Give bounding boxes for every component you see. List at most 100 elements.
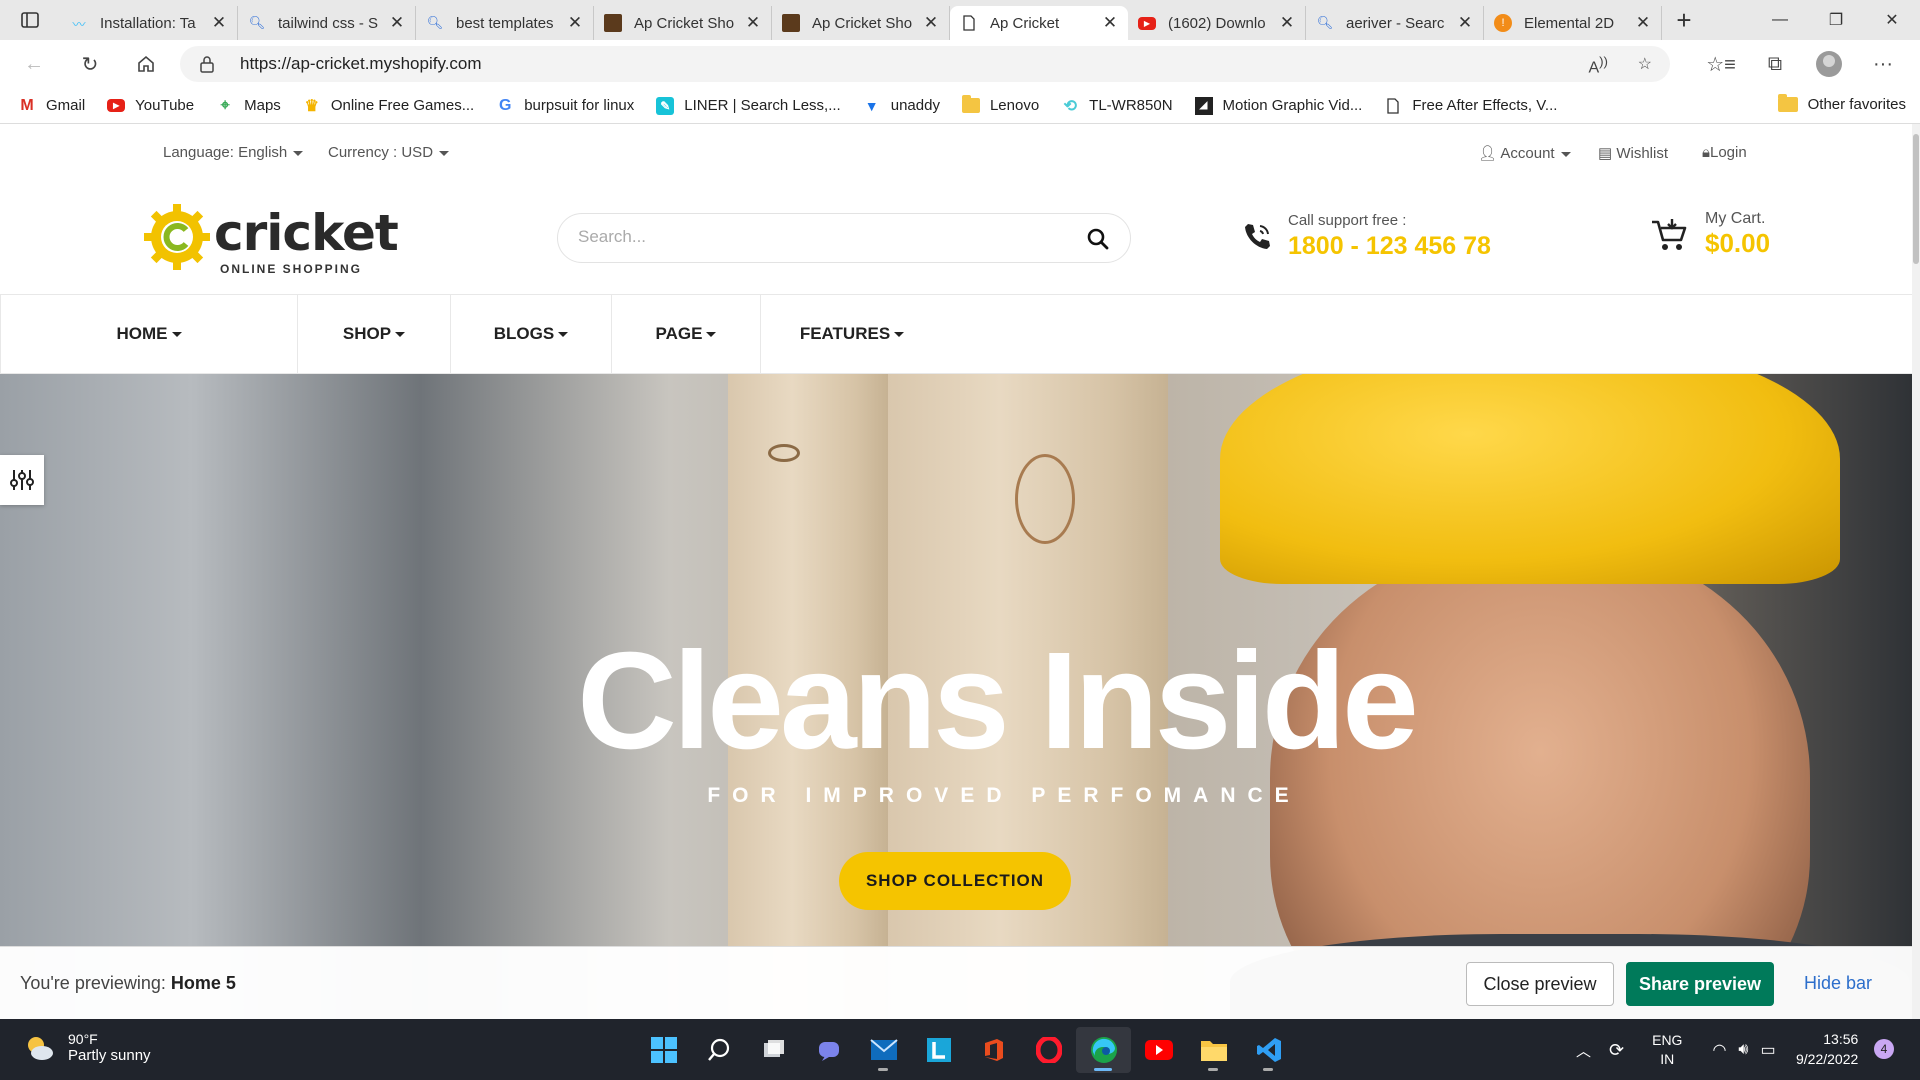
- favorite-maps[interactable]: ⌖ Maps: [216, 97, 281, 115]
- home-button[interactable]: [124, 44, 168, 84]
- liner-app-button[interactable]: [911, 1027, 966, 1073]
- chevron-down-icon: [706, 331, 717, 337]
- profile-button[interactable]: [1802, 44, 1856, 84]
- close-tab-icon[interactable]: ✕: [745, 13, 761, 33]
- refresh-button[interactable]: ↻: [68, 44, 112, 84]
- tab-actions-button[interactable]: [0, 0, 60, 40]
- favorite-aftereffects[interactable]: Free After Effects, V...: [1384, 97, 1557, 115]
- login-link[interactable]: 🔒︎Login: [1702, 144, 1747, 161]
- currency-selector[interactable]: Currency : USD: [328, 144, 450, 161]
- opera-button[interactable]: [1021, 1027, 1076, 1073]
- close-tab-icon[interactable]: ✕: [211, 13, 227, 33]
- search-bar: [557, 213, 1131, 263]
- volume-icon[interactable]: 🔊︎: [1738, 1041, 1748, 1059]
- back-button[interactable]: ←: [12, 44, 56, 84]
- search-icon[interactable]: [1086, 227, 1110, 251]
- youtube-app-button[interactable]: [1131, 1027, 1186, 1073]
- favorite-label: Maps: [244, 97, 281, 114]
- chevron-up-icon[interactable]: ︿: [1576, 1040, 1591, 1061]
- nav-item-features[interactable]: FEATURES: [761, 295, 943, 373]
- clock[interactable]: 13:56 9/22/2022: [1796, 1029, 1858, 1069]
- nav-item-home[interactable]: HOME: [0, 295, 298, 373]
- sync-icon[interactable]: ⟳: [1609, 1040, 1624, 1061]
- site-logo[interactable]: cricket ONLINE SHOPPING: [142, 202, 399, 276]
- language-indicator[interactable]: ENG IN: [1652, 1031, 1682, 1069]
- task-view-button[interactable]: [746, 1027, 801, 1073]
- weather-widget[interactable]: 90°F Partly sunny: [24, 1031, 151, 1064]
- favorites-button[interactable]: ☆≡: [1694, 44, 1748, 84]
- folder-icon: [1777, 94, 1798, 112]
- browser-tab[interactable]: ▶ (1602) Downlo ✕: [1128, 6, 1306, 40]
- add-favorite-icon[interactable]: ☆: [1638, 54, 1652, 74]
- notification-badge[interactable]: 4: [1874, 1039, 1894, 1059]
- browser-tab-active[interactable]: Ap Cricket ✕: [950, 6, 1128, 40]
- wifi-icon[interactable]: ◠: [1712, 1040, 1726, 1060]
- collections-button[interactable]: ⧉: [1748, 44, 1802, 84]
- favorite-gmail[interactable]: M Gmail: [18, 97, 85, 115]
- hero-image-helmet: [1220, 374, 1840, 584]
- edge-icon: [1090, 1037, 1117, 1063]
- browser-tab[interactable]: 🔍︎ aeriver - Searc ✕: [1306, 6, 1484, 40]
- browser-tab[interactable]: 🔍︎ tailwind css - S ✕: [238, 6, 416, 40]
- favorite-motion[interactable]: ◢ Motion Graphic Vid...: [1194, 96, 1362, 115]
- close-preview-button[interactable]: Close preview: [1466, 962, 1614, 1006]
- browser-tab[interactable]: 〰 Installation: Ta ✕: [60, 6, 238, 40]
- scrollbar-thumb[interactable]: [1913, 134, 1919, 264]
- wishlist-link[interactable]: ▤ Wishlist: [1598, 144, 1668, 162]
- close-tab-icon[interactable]: ✕: [1457, 13, 1473, 33]
- edge-button[interactable]: [1076, 1027, 1131, 1073]
- start-button[interactable]: [636, 1027, 691, 1073]
- support-number[interactable]: 1800 - 123 456 78: [1288, 232, 1491, 261]
- main-navigation: HOME SHOP BLOGS PAGE FEATURES: [0, 294, 1912, 374]
- url-bar[interactable]: https://ap-cricket.myshopify.com A)) ☆: [180, 46, 1670, 82]
- minimize-button[interactable]: —: [1752, 0, 1808, 40]
- vscode-button[interactable]: [1241, 1027, 1296, 1073]
- browser-tab[interactable]: ! Elemental 2D ✕: [1484, 6, 1662, 40]
- read-aloud-icon[interactable]: A)): [1588, 54, 1608, 77]
- nav-item-blogs[interactable]: BLOGS: [451, 295, 612, 373]
- nav-item-page[interactable]: PAGE: [612, 295, 761, 373]
- close-tab-icon[interactable]: ✕: [1279, 13, 1295, 33]
- favorite-burpsuit[interactable]: Gburpsuit for linux: [496, 97, 634, 115]
- nav-label: PAGE: [655, 324, 703, 343]
- battery-icon[interactable]: ▭: [1761, 1040, 1776, 1060]
- close-window-button[interactable]: ✕: [1864, 0, 1920, 40]
- favorite-tplink[interactable]: ⟲ TL-WR850N: [1061, 97, 1172, 115]
- search-input[interactable]: [578, 227, 1058, 247]
- theme-settings-button[interactable]: [0, 455, 44, 505]
- favorites-icon: ☆≡: [1706, 53, 1736, 76]
- account-menu[interactable]: 👤︎ Account: [1478, 144, 1571, 162]
- restore-button[interactable]: ❐: [1808, 0, 1864, 40]
- favorite-unaddy[interactable]: ▼ unaddy: [863, 97, 940, 115]
- taskbar-search-button[interactable]: [691, 1027, 746, 1073]
- favorite-lenovo[interactable]: Lenovo: [961, 95, 1039, 115]
- browser-tab[interactable]: 🔍︎ best templates ✕: [416, 6, 594, 40]
- other-favorites[interactable]: Other favorites: [1777, 94, 1906, 113]
- nav-item-shop[interactable]: SHOP: [298, 295, 451, 373]
- browser-tab[interactable]: Ap Cricket Sho ✕: [772, 6, 950, 40]
- favorite-youtube[interactable]: ▶ YouTube: [107, 97, 194, 114]
- browser-tab[interactable]: Ap Cricket Sho ✕: [594, 6, 772, 40]
- favorite-liner[interactable]: ✎ LINER | Search Less,...: [656, 96, 841, 115]
- shop-collection-button[interactable]: SHOP COLLECTION: [839, 852, 1071, 910]
- close-tab-icon[interactable]: ✕: [567, 13, 583, 33]
- office-button[interactable]: [966, 1027, 1021, 1073]
- weather-temperature: 90°F: [68, 1031, 98, 1047]
- share-preview-button[interactable]: Share preview: [1626, 962, 1774, 1006]
- close-tab-icon[interactable]: ✕: [1102, 13, 1118, 33]
- close-tab-icon[interactable]: ✕: [389, 13, 405, 33]
- close-tab-icon[interactable]: ✕: [1635, 13, 1651, 33]
- new-tab-button[interactable]: +: [1662, 0, 1706, 40]
- tab-title: Ap Cricket: [990, 14, 1060, 32]
- logo-wordmark: cricket: [214, 204, 399, 262]
- favorite-games[interactable]: ♛ Online Free Games...: [303, 97, 475, 115]
- close-tab-icon[interactable]: ✕: [923, 13, 939, 33]
- hide-bar-link[interactable]: Hide bar: [1804, 973, 1872, 994]
- user-icon: 👤︎: [1478, 145, 1501, 162]
- elemental-icon: !: [1494, 14, 1512, 32]
- teams-chat-button[interactable]: [801, 1027, 856, 1073]
- file-explorer-button[interactable]: [1186, 1027, 1241, 1073]
- language-selector[interactable]: Language: English: [163, 144, 304, 161]
- mail-button[interactable]: [856, 1027, 911, 1073]
- more-menu-button[interactable]: ···: [1856, 44, 1910, 84]
